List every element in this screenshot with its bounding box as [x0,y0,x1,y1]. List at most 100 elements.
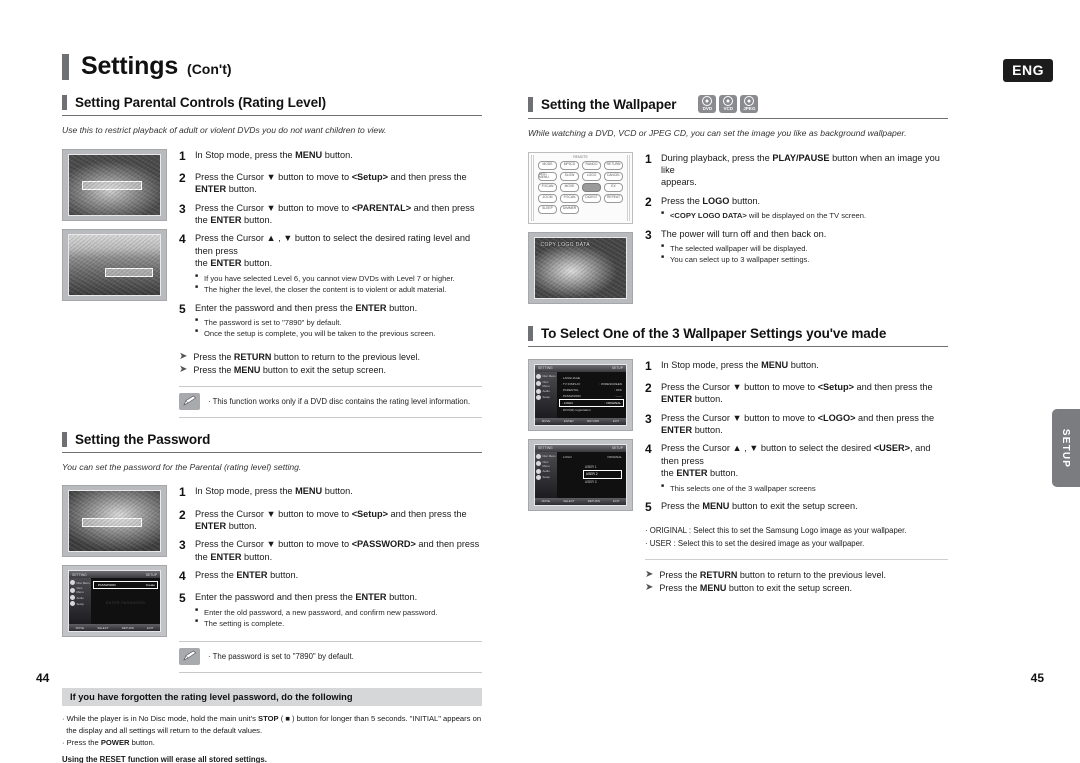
parental-arrow-notes: ➤ Press the RETURN button to return to t… [179,350,482,375]
osd-body: Disc Menu Own Menu Audio Setup · LOGO OR… [535,451,626,498]
step-item: 2 Press the Cursor ▼ button to move to <… [179,171,482,196]
step-text: Press the Cursor ▼ button to move to <PA… [195,539,480,562]
remote-button: P.SCAN [560,193,579,203]
forgotten-line: the display and all settings will return… [62,725,263,735]
osd-side-icon [536,381,541,387]
step-sub-list: This selects one of the 3 wallpaper scre… [661,483,948,494]
osd-side-label: Own Menu [542,459,550,468]
osd-body: Disc Menu Own Menu Audio Setup · PASSWOR… [69,578,160,625]
disc-icon-label: VCD [723,106,734,111]
password-body: SETTING SETUP Disc Menu Own Menu Audio S… [62,485,482,673]
step-sub-list: The selected wallpaper will be displayed… [661,243,826,266]
password-steps: 1 In Stop mode, press the MENU button. 2… [179,485,482,673]
arrow-icon: ➤ [645,582,654,594]
osd-option-selected: USER 2 [583,470,622,479]
arrow-note: ➤ Press the RETURN button to return to t… [179,350,482,362]
step-item: 2 Press the Cursor ▼ button to move to <… [645,381,948,406]
step-item: 1 In Stop mode, press the MENU button. [645,359,948,375]
osd-title-right: SETUP [145,572,157,577]
step-text: Press the Cursor ▼ button to move to <PA… [195,202,475,226]
osd-footer: MOVE SELECT RETURN EXIT [69,624,160,632]
osd-logo-label: · LOGO [561,454,572,459]
osd-side-item: Setup [536,474,556,480]
osd-row-label: · PASSWORD [561,393,581,398]
step-item: 5 Enter the password and then press the … [179,591,482,629]
osd-side-icon [536,474,541,480]
osd-footer-item: ENTER [563,419,574,424]
pencil-icon [179,647,200,665]
title-sub-text: (Con't) [187,61,232,77]
tv-photo [68,153,161,216]
tv-photo: COPY LOGO DATA [534,236,627,299]
step-number: 4 [179,232,186,247]
step-item: 4 Press the Cursor ▲ , ▼ button to selec… [179,232,482,295]
arrow-icon: ➤ [179,350,188,362]
osd-screen: SETTING SETUP Disc Menu Own Menu Audio S… [534,443,627,506]
step-sub-list: Enter the old password, a new password, … [195,607,437,630]
osd-footer-item: EXIT [612,499,620,504]
remote-button: CANCEL [604,171,623,181]
step-item: 2 Press the Cursor ▼ button to move to <… [179,508,482,533]
remote-button-grid: MODE MP3CD RANDO RETURN DISC MENU SLOW L… [538,160,623,218]
osd-main: · PASSWORD Create ENTER PASSWORD [91,578,160,624]
arrow-note-text: Press the RETURN button to return to the… [193,351,421,362]
disc-type-icons: DVD VCD JPEG [698,95,759,113]
pencil-icon [179,392,200,410]
section-accent-bar [62,431,67,447]
osd-footer: MOVE ENTER RETURN EXIT [535,417,626,425]
step-text: During playback, press the PLAY/PAUSE bu… [661,152,940,188]
disc-ring [702,96,713,106]
osd-side-item: Audio [70,595,90,601]
osd-sidebar: Disc Menu Own Menu Audio Setup [535,371,557,418]
remote-button: REPEAT [604,193,623,203]
osd-footer-item: RETURN [121,625,134,630]
sub-item: This selects one of the 3 wallpaper scre… [661,483,948,494]
osd-row-value: Create [145,583,155,588]
osd-footer-item: SELECT [563,499,575,504]
arrow-note: ➤ Press the RETURN button to return to t… [645,569,948,581]
remote-button: DIGEST [582,193,601,203]
osd-main: · LANGUAGE · TV DISPLAY : WIDESCREEN · P… [557,372,626,418]
section-title: Setting the Wallpaper [541,96,677,112]
note-text: · This function works only if a DVD disc… [208,396,471,406]
osd-footer-item: MOVE [541,419,551,424]
figure-tv-parental-1 [62,148,167,221]
step-text: Press the Cursor ▼ button to move to <Se… [195,171,467,195]
step-number: 3 [179,201,186,216]
step-number: 1 [645,151,652,166]
divider [645,559,948,561]
select-wallpaper-arrow-notes: ➤ Press the RETURN button to return to t… [645,569,948,594]
select-wallpaper-steps: 1 In Stop mode, press the MENU button. 2… [645,359,948,597]
osd-option: USER 3 [585,479,597,484]
osd-side-icon [536,394,541,400]
osd-side-item: Setup [70,601,90,607]
section-lead-password: You can set the password for the Parenta… [62,461,302,472]
step-number: 3 [645,227,652,242]
step-number: 5 [645,500,652,515]
remote-button-logo: LOGO [582,171,601,181]
osd-main: · LOGO ORIGINAL USER 1 USER 2 USER 3 [557,452,626,498]
remote-button-highlighted [582,182,601,192]
title-main-text: Settings [81,52,179,80]
osd-side-icon [70,580,75,586]
vcd-disc-icon: VCD [719,95,738,113]
osd-row: · PASSWORD Create [93,581,158,590]
osd-row-label: · PASSWORD [96,583,116,588]
section-accent-bar [528,96,533,112]
arrow-icon: ➤ [645,569,654,581]
step-text: In Stop mode, press the MENU button. [195,486,353,497]
osd-side-label: Own Menu [542,379,550,388]
osd-footer-item: EXIT [146,625,154,630]
step-number: 2 [179,507,186,522]
osd-footer-item: EXIT [612,419,620,424]
forgotten-line: · Press the POWER button. [62,737,155,747]
arrow-note-text: Press the MENU button to exit the setup … [193,364,386,375]
step-item: 3 The power will turn off and then back … [645,228,948,266]
step-number: 2 [179,170,186,185]
step-item: 5 Press the MENU button to exit the setu… [645,500,948,516]
sub-item: Enter the old password, a new password, … [195,607,437,618]
osd-row: · DIVX(R) registration [559,407,624,413]
osd-side-item: Disc Menu [536,373,556,379]
bullet-user: · USER : Select this to set the desired … [645,539,865,549]
osd-side-item: Own Menu [70,586,90,594]
